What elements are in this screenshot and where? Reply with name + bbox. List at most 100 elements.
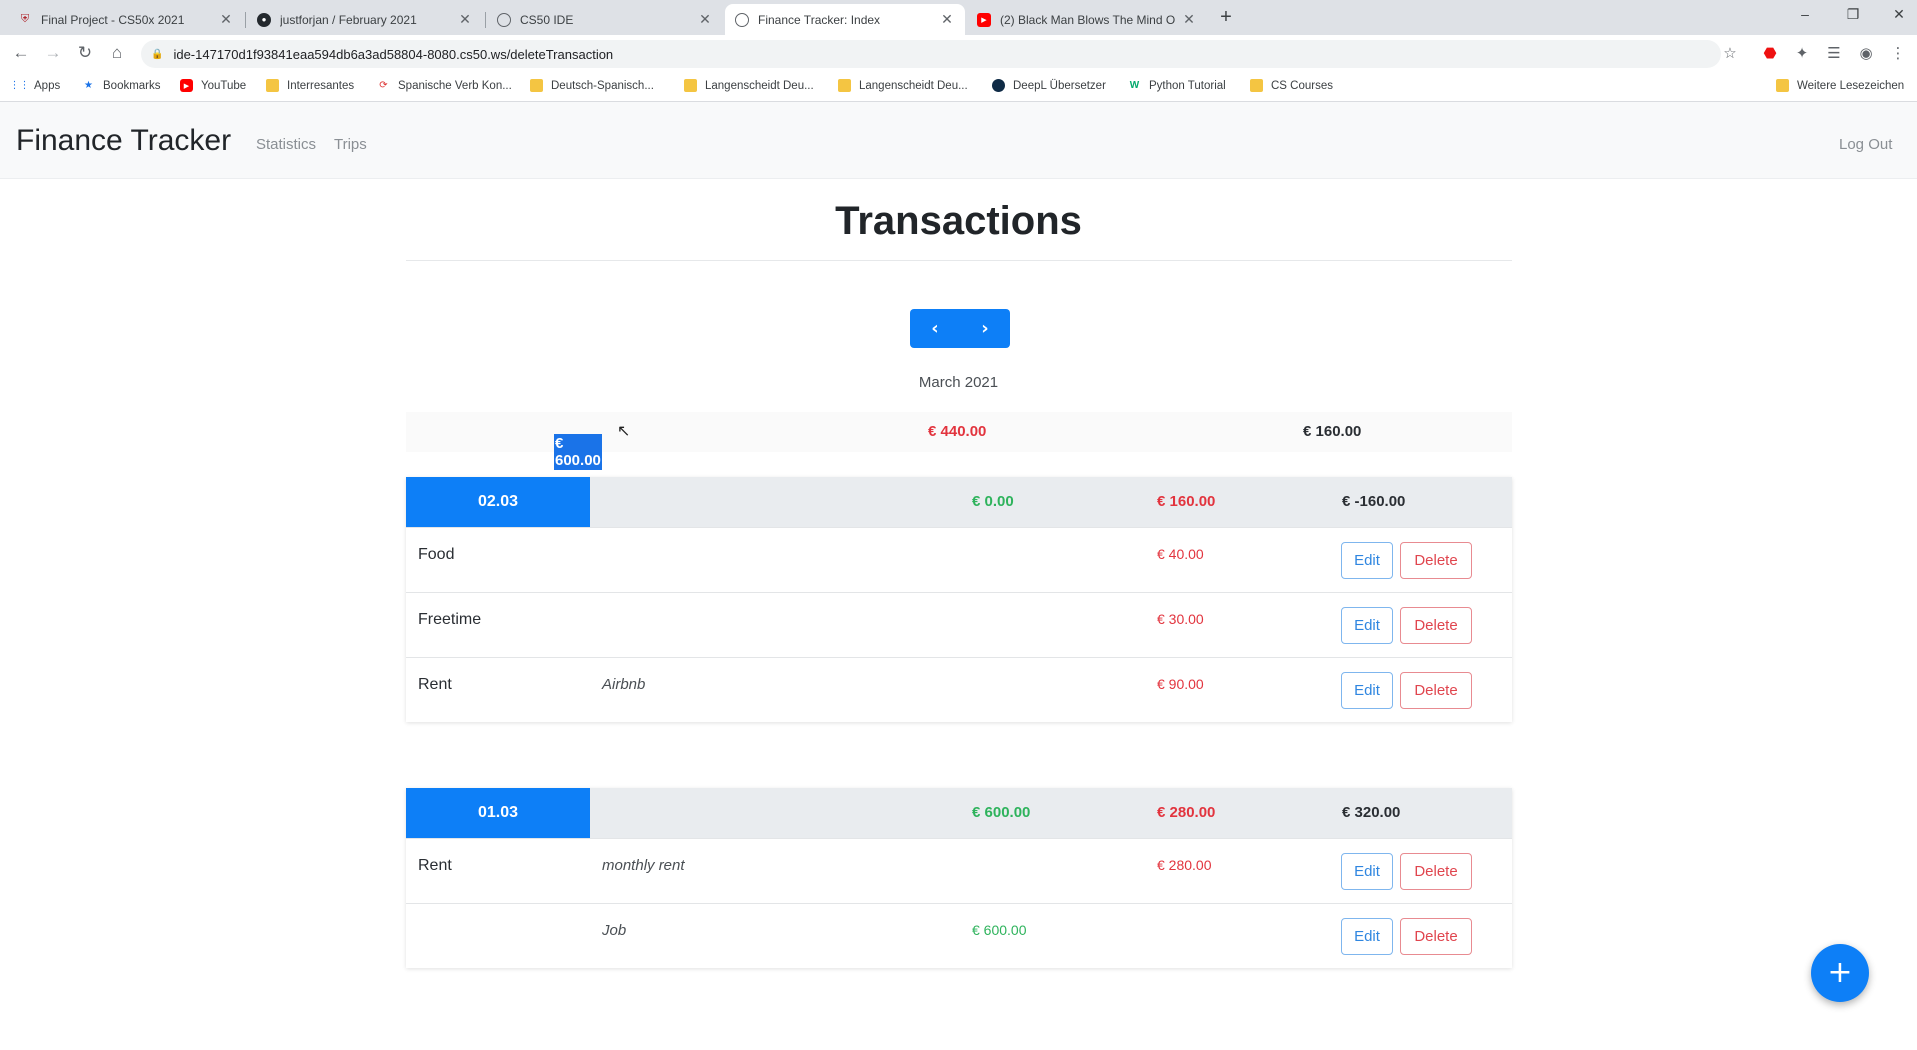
bookmark-item[interactable]: CS Courses bbox=[1250, 79, 1333, 92]
day-balance: € 320.00 bbox=[1342, 804, 1401, 821]
kebab-menu-icon[interactable]: ⋮ bbox=[1888, 44, 1908, 62]
minimize-icon[interactable]: – bbox=[1795, 6, 1815, 22]
browser-tab[interactable]: ⛨ Final Project - CS50x 2021 ✕ bbox=[8, 4, 244, 35]
bookmark-item[interactable]: Weitere Lesezeichen bbox=[1776, 79, 1904, 92]
page-title: Transactions bbox=[835, 199, 1082, 243]
tab-title: (2) Black Man Blows The Mind O bbox=[1000, 12, 1176, 27]
day-card-header: 01.03 € 600.00 € 280.00 € 320.00 bbox=[406, 788, 1512, 838]
delete-button[interactable]: Delete bbox=[1400, 853, 1472, 890]
youtube-icon: ▶ bbox=[977, 12, 991, 27]
transaction-amount: € 40.00 bbox=[1157, 546, 1204, 562]
transaction-row: Rent Airbnb € 90.00 Edit Delete bbox=[406, 657, 1512, 722]
transaction-row: Food € 40.00 Edit Delete bbox=[406, 527, 1512, 592]
bookmark-item[interactable]: Langenscheidt Deu... bbox=[838, 79, 968, 92]
langenscheidt-icon bbox=[838, 79, 851, 92]
transaction-category: Food bbox=[418, 546, 455, 563]
transaction-amount: € 600.00 bbox=[972, 922, 1027, 938]
prev-month-button[interactable]: ‹ bbox=[910, 309, 960, 348]
edit-button[interactable]: Edit bbox=[1341, 542, 1393, 579]
edit-button[interactable]: Edit bbox=[1341, 918, 1393, 955]
edit-button[interactable]: Edit bbox=[1341, 853, 1393, 890]
new-tab-icon[interactable]: + bbox=[1214, 6, 1238, 29]
edit-button[interactable]: Edit bbox=[1341, 672, 1393, 709]
logout-link[interactable]: Log Out bbox=[1839, 136, 1892, 153]
reading-list-icon[interactable]: ☰ bbox=[1824, 44, 1844, 62]
transaction-amount: € 30.00 bbox=[1157, 611, 1204, 627]
window-close-icon[interactable]: ✕ bbox=[1889, 6, 1909, 23]
star-icon: ★ bbox=[84, 80, 93, 91]
browser-toolbar: ← → ↻ ⌂ 🔒 ide-147170d1f93841eaa594db6a3a… bbox=[0, 35, 1917, 72]
close-icon[interactable]: ✕ bbox=[697, 11, 713, 28]
day-card: 02.03 € 0.00 € 160.00 € -160.00 Food € 4… bbox=[406, 477, 1512, 722]
delete-button[interactable]: Delete bbox=[1400, 542, 1472, 579]
nav-link-trips[interactable]: Trips bbox=[334, 136, 367, 153]
month-pager: ‹ › bbox=[910, 309, 1010, 348]
globe-icon bbox=[735, 12, 749, 27]
deepl-icon bbox=[992, 79, 1005, 92]
close-icon[interactable]: ✕ bbox=[939, 11, 955, 28]
bookmark-item[interactable]: ⟳ Spanische Verb Kon... bbox=[377, 79, 512, 92]
nav-link-statistics[interactable]: Statistics bbox=[256, 136, 316, 153]
transaction-note: Airbnb bbox=[602, 676, 646, 693]
title-divider bbox=[406, 260, 1512, 261]
delete-button[interactable]: Delete bbox=[1400, 607, 1472, 644]
month-summary: € 600.00 € 440.00 € 160.00 bbox=[406, 412, 1512, 470]
reload-icon[interactable]: ↻ bbox=[74, 43, 96, 63]
close-icon[interactable]: ✕ bbox=[1181, 11, 1197, 28]
day-date-badge: 01.03 bbox=[406, 788, 590, 838]
next-month-button[interactable]: › bbox=[960, 309, 1010, 348]
adblock-icon[interactable]: ⬣ bbox=[1760, 44, 1780, 62]
restore-icon[interactable]: ❐ bbox=[1843, 6, 1863, 23]
bookmark-item[interactable]: ⋮⋮ Apps bbox=[9, 79, 61, 92]
close-icon[interactable]: ✕ bbox=[457, 11, 473, 28]
browser-tab[interactable]: ● justforjan / February 2021 ✕ bbox=[247, 4, 483, 35]
close-icon[interactable]: ✕ bbox=[218, 11, 234, 28]
transaction-category: Rent bbox=[418, 676, 452, 693]
delete-button[interactable]: Delete bbox=[1400, 672, 1472, 709]
home-icon[interactable]: ⌂ bbox=[106, 43, 128, 63]
tab-title: Final Project - CS50x 2021 bbox=[41, 12, 185, 27]
bookmark-item[interactable]: ★ Bookmarks bbox=[82, 79, 161, 92]
url-text: ide-147170d1f93841eaa594db6a3ad58804-808… bbox=[173, 46, 614, 62]
folder-icon bbox=[1250, 79, 1263, 92]
browser-tab-active[interactable]: Finance Tracker: Index ✕ bbox=[725, 4, 965, 35]
day-income: € 0.00 bbox=[972, 493, 1014, 510]
delete-button[interactable]: Delete bbox=[1400, 918, 1472, 955]
transaction-category: Freetime bbox=[418, 611, 482, 628]
transaction-amount: € 90.00 bbox=[1157, 676, 1204, 692]
transaction-row: Freetime € 30.00 Edit Delete bbox=[406, 592, 1512, 657]
summary-expenses: € 440.00 bbox=[928, 423, 987, 440]
shield-icon: ⛨ bbox=[20, 13, 30, 25]
edit-button[interactable]: Edit bbox=[1341, 607, 1393, 644]
apps-grid-icon: ⋮⋮ bbox=[9, 80, 30, 91]
summary-balance: € 160.00 bbox=[1303, 423, 1362, 440]
back-arrow-icon[interactable]: ← bbox=[10, 43, 32, 63]
month-label: March 2021 bbox=[918, 374, 999, 391]
bookmark-item[interactable]: Langenscheidt Deu... bbox=[684, 79, 814, 92]
forward-arrow-icon[interactable]: → bbox=[42, 43, 64, 63]
bookmark-item[interactable]: ▶ YouTube bbox=[180, 79, 246, 92]
address-bar[interactable]: 🔒 ide-147170d1f93841eaa594db6a3ad58804-8… bbox=[141, 40, 1721, 68]
browser-tab[interactable]: CS50 IDE ✕ bbox=[487, 4, 723, 35]
bookmark-item[interactable]: Interresantes bbox=[266, 79, 354, 92]
profile-avatar-icon[interactable]: ◉ bbox=[1856, 44, 1876, 62]
bookmarks-bar: ⋮⋮ Apps ★ Bookmarks ▶ YouTube Interresan… bbox=[0, 72, 1917, 102]
bookmark-item[interactable]: W Python Tutorial bbox=[1128, 79, 1226, 92]
add-transaction-button[interactable]: + bbox=[1811, 944, 1869, 1002]
bookmark-item[interactable]: Deutsch-Spanisch... bbox=[530, 79, 654, 92]
day-card-header: 02.03 € 0.00 € 160.00 € -160.00 bbox=[406, 477, 1512, 527]
w3-icon: W bbox=[1129, 80, 1140, 91]
day-balance: € -160.00 bbox=[1342, 493, 1406, 510]
bookmark-item[interactable]: DeepL Übersetzer bbox=[992, 79, 1106, 92]
bookmark-star-icon[interactable]: ☆ bbox=[1720, 44, 1740, 62]
transaction-amount: € 280.00 bbox=[1157, 857, 1212, 873]
transaction-note: monthly rent bbox=[602, 857, 685, 874]
extensions-puzzle-icon[interactable]: ✦ bbox=[1792, 44, 1812, 62]
navbar-brand[interactable]: Finance Tracker bbox=[16, 124, 231, 158]
lock-icon: 🔒 bbox=[151, 48, 164, 60]
browser-tab[interactable]: ▶ (2) Black Man Blows The Mind O ✕ bbox=[967, 4, 1207, 35]
tab-title: Finance Tracker: Index bbox=[758, 12, 881, 27]
folder-icon bbox=[1776, 79, 1789, 92]
transaction-note: Job bbox=[602, 922, 627, 939]
transaction-row: Rent monthly rent € 280.00 Edit Delete bbox=[406, 838, 1512, 903]
